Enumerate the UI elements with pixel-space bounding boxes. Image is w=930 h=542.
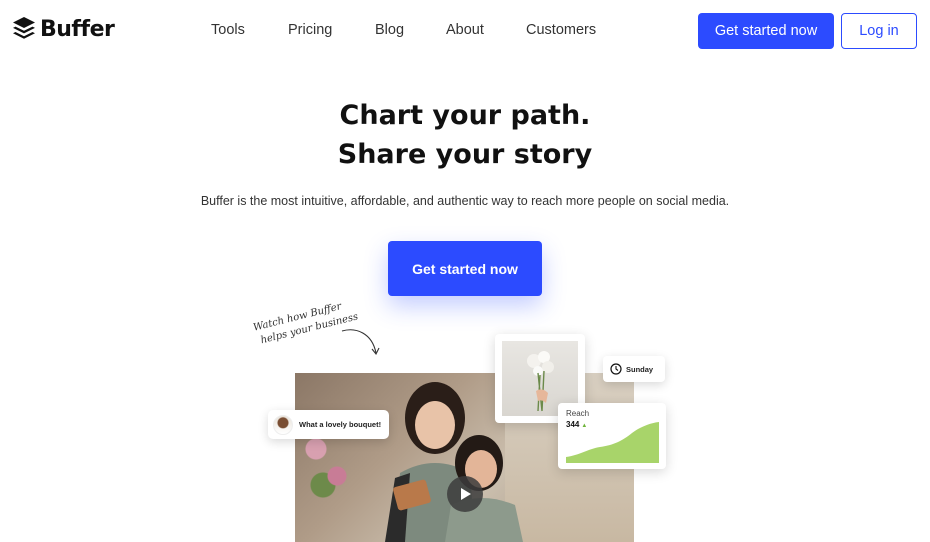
reach-area-chart — [566, 422, 659, 463]
nav-link-about[interactable]: About — [446, 22, 484, 38]
reach-stats-card: Reach 344 ▲ — [558, 403, 666, 469]
hero-heading: Chart your path. Share your story — [0, 96, 930, 174]
avatar — [273, 414, 293, 435]
play-button[interactable] — [447, 476, 483, 512]
get-started-button-header[interactable]: Get started now — [698, 13, 834, 49]
comment-card: What a lovely bouquet! — [268, 410, 389, 439]
hero-subtitle: Buffer is the most intuitive, affordable… — [200, 194, 730, 208]
hero-heading-line2: Share your story — [337, 139, 593, 170]
comment-text: What a lovely bouquet! — [299, 420, 382, 429]
arrow-curve-icon — [341, 329, 380, 356]
top-navigation: Buffer Tools Pricing Blog About Customer… — [0, 0, 930, 62]
login-button[interactable]: Log in — [841, 13, 917, 49]
clock-icon — [610, 363, 622, 375]
schedule-day-label: Sunday — [626, 364, 654, 374]
play-icon — [461, 488, 471, 500]
nav-link-pricing[interactable]: Pricing — [288, 22, 332, 38]
schedule-day-card: Sunday — [603, 356, 665, 382]
get-started-button-hero[interactable]: Get started now — [388, 241, 542, 296]
nav-link-tools[interactable]: Tools — [211, 22, 245, 38]
nav-link-customers[interactable]: Customers — [526, 22, 596, 38]
hero-heading-line1: Chart your path. — [339, 100, 591, 131]
nav-link-blog[interactable]: Blog — [375, 22, 404, 38]
